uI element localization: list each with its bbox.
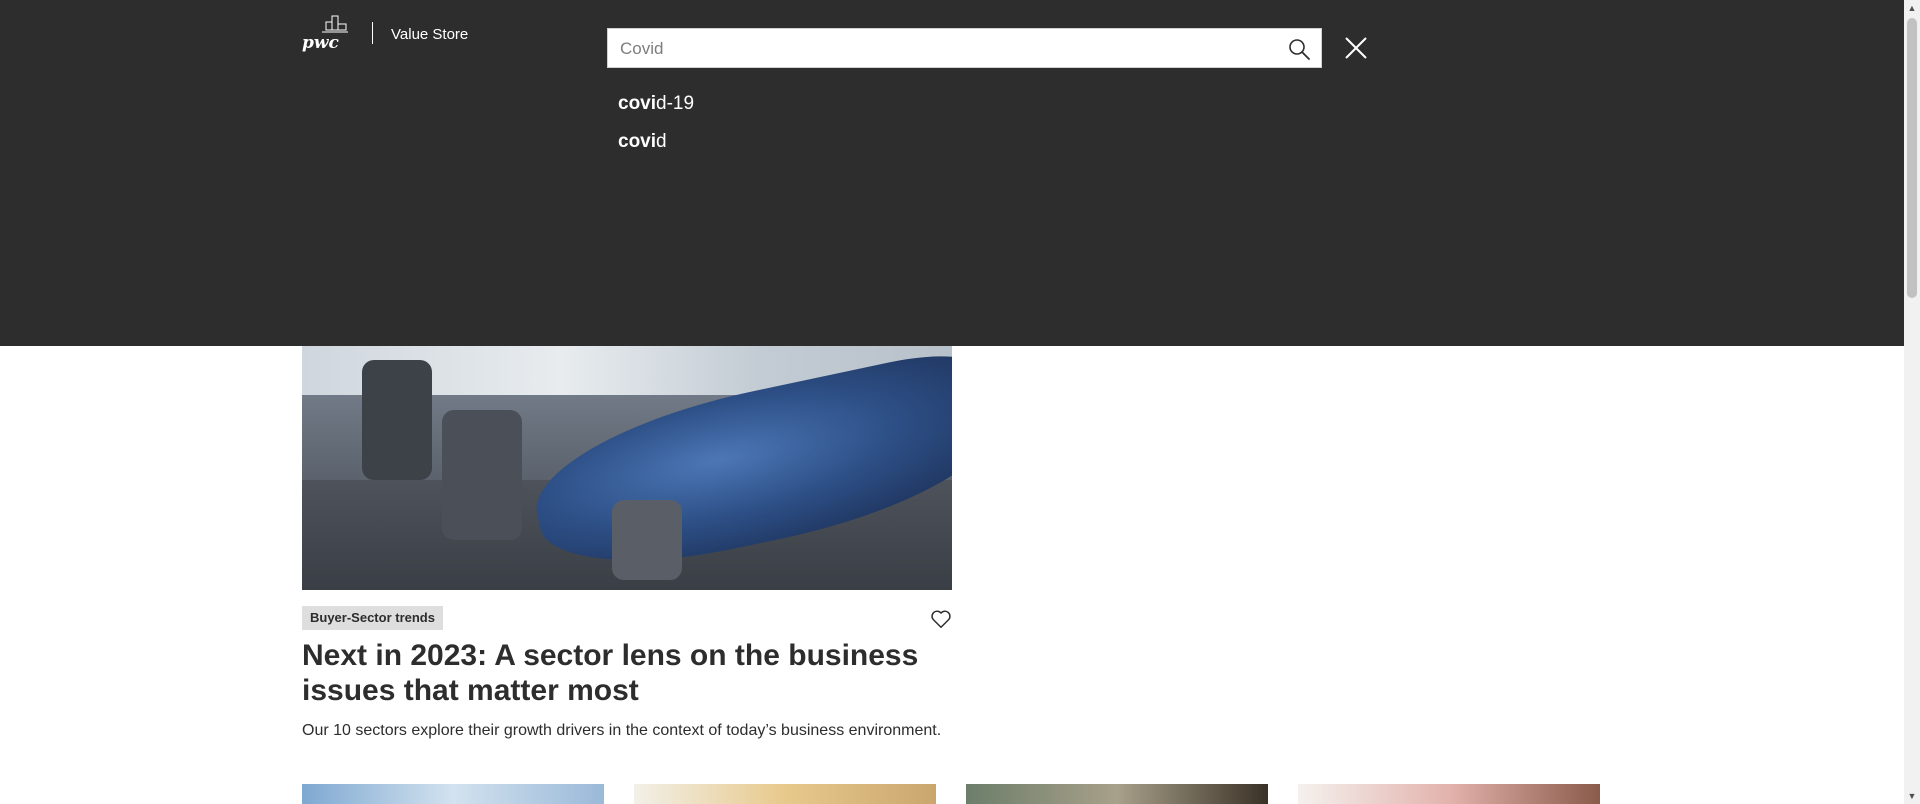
vertical-scrollbar[interactable]: ▲ ▼ xyxy=(1904,0,1920,804)
search-overlay: pwc Value Store covid-19 covid xyxy=(0,0,1904,346)
scroll-up-icon[interactable]: ▲ xyxy=(1904,0,1920,16)
suggestion-rest: d xyxy=(656,131,667,152)
search-icon[interactable] xyxy=(1287,37,1311,61)
image-chair xyxy=(442,410,522,540)
scroll-down-icon[interactable]: ▼ xyxy=(1904,788,1920,804)
scroll-thumb[interactable] xyxy=(1907,18,1917,298)
search-input[interactable] xyxy=(618,29,1262,69)
search-box xyxy=(607,28,1322,69)
related-article-thumbnail[interactable] xyxy=(1298,784,1600,804)
article-title[interactable]: Next in 2023: A sector lens on the busin… xyxy=(302,638,962,708)
close-icon[interactable] xyxy=(1344,36,1368,60)
related-article-thumbnail[interactable] xyxy=(634,784,936,804)
site-name[interactable]: Value Store xyxy=(391,26,468,43)
category-tag[interactable]: Buyer-Sector trends xyxy=(302,606,443,630)
suggestion-item[interactable]: covid-19 xyxy=(618,92,694,130)
image-chair xyxy=(612,500,682,580)
article-summary: Our 10 sectors explore their growth driv… xyxy=(302,722,942,739)
pwc-logo-text: pwc xyxy=(302,33,339,53)
search-suggestions: covid-19 covid xyxy=(618,92,694,168)
heart-icon[interactable] xyxy=(930,608,952,630)
suggestion-rest: d-19 xyxy=(656,93,695,114)
suggestion-match: covi xyxy=(618,93,657,114)
related-article-thumbnail[interactable] xyxy=(302,784,604,804)
suggestion-match: covi xyxy=(618,131,657,152)
related-article-thumbnail[interactable] xyxy=(966,784,1268,804)
header-divider xyxy=(372,22,373,44)
suggestion-item[interactable]: covid xyxy=(618,130,694,168)
image-chair xyxy=(362,360,432,480)
